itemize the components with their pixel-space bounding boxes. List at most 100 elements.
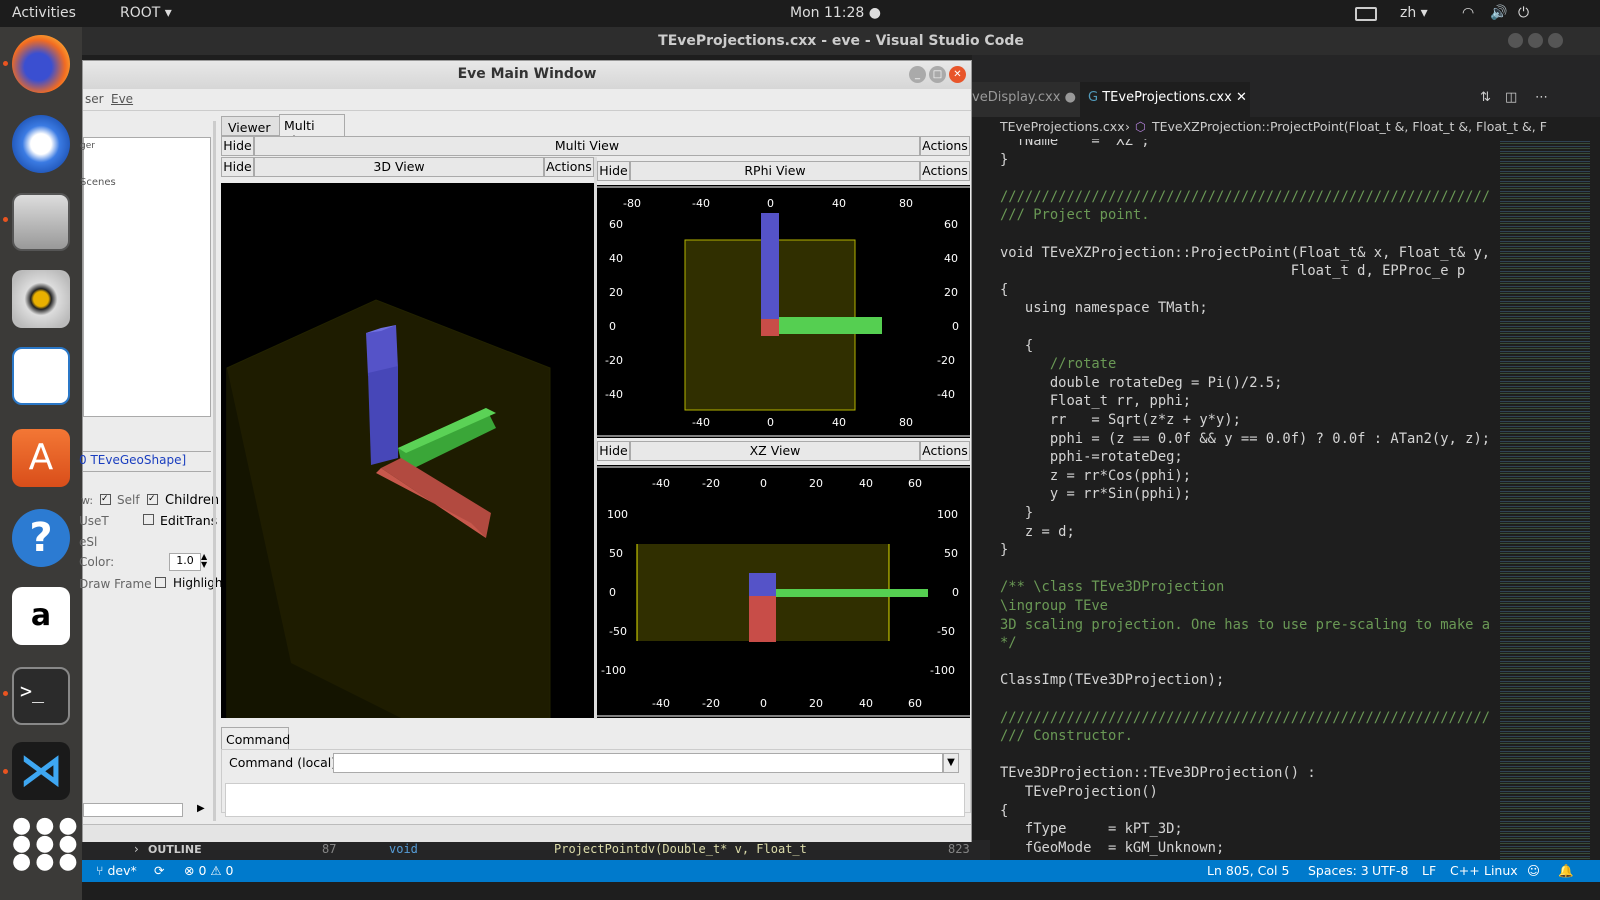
code-line[interactable]: pphi-=rotateDeg; [1000, 449, 1183, 468]
rphi-hide-button[interactable]: Hide [597, 161, 630, 181]
code-line[interactable]: fName = "XZ"; [1000, 139, 1150, 152]
outline-label[interactable]: OUTLINE [148, 843, 202, 856]
show-apps-icon[interactable]: ●●● ●●● ●●● [12, 815, 78, 875]
split-editor-icon[interactable]: ◫ [1505, 90, 1517, 105]
cursor-position[interactable]: Ln 805, Col 5 [1207, 863, 1289, 878]
scroll-right-icon[interactable]: ▶ [197, 803, 205, 814]
wifi-icon[interactable]: ◠ [1462, 5, 1474, 21]
code-line[interactable]: pphi = (z == 0.0f && y == 0.0f) ? 0.0f :… [1000, 431, 1490, 450]
activities-button[interactable]: Activities [12, 5, 76, 21]
tab-teveprojections[interactable]: G TEveProjections.cxx ✕ [1080, 82, 1250, 117]
code-line[interactable]: ////////////////////////////////////////… [1000, 710, 1490, 729]
xz-hide-button[interactable]: Hide [597, 441, 630, 461]
power-icon[interactable]: ⏻ [1518, 5, 1529, 21]
xz-viewer[interactable]: -40 -20 0 20 40 60 -40 -20 0 20 40 60 10… [597, 465, 970, 718]
tab-command[interactable]: Command [221, 727, 290, 749]
code-line[interactable]: using namespace TMath; [1000, 300, 1208, 319]
language-mode[interactable]: C++ [1450, 863, 1480, 878]
close-tab-icon[interactable]: ✕ [1236, 90, 1247, 105]
minimize-icon[interactable]: _ [909, 66, 926, 83]
command-input[interactable] [333, 753, 943, 773]
code-line[interactable]: //rotate [1000, 356, 1116, 375]
command-output[interactable] [225, 783, 965, 817]
eol[interactable]: LF [1422, 863, 1436, 878]
code-line[interactable]: void TEveXZProjection::ProjectPoint(Floa… [1000, 245, 1490, 264]
feedback-icon[interactable]: ☺ [1527, 863, 1540, 878]
tree-item[interactable]: Scenes [80, 177, 116, 188]
code-line[interactable]: Float_t rr, pphi; [1000, 393, 1191, 412]
thunderbird-icon[interactable] [12, 115, 70, 173]
menu-eve[interactable]: Eve [111, 92, 133, 106]
multiview-hide-button[interactable]: Hide [221, 136, 254, 156]
code-line[interactable]: ////////////////////////////////////////… [1000, 189, 1490, 208]
3dview-actions-button[interactable]: Actions [544, 157, 594, 177]
alpha-input[interactable]: 1.0 [169, 553, 201, 571]
breadcrumb-file[interactable]: TEveProjections.cxx [1000, 119, 1125, 134]
tree-item[interactable]: ger [80, 141, 95, 151]
code-line[interactable]: z = d; [1000, 524, 1075, 543]
code-line[interactable]: fType = kPT_3D; [1000, 821, 1183, 840]
code-editor[interactable]: fName = "XZ";} //////////////////////////… [990, 139, 1490, 859]
stepper-icon[interactable]: ▲ ▼ [201, 553, 207, 569]
highlight-frame-checkbox[interactable] [155, 577, 166, 588]
code-line[interactable]: y = rr*Sin(pphi); [1000, 486, 1191, 505]
volume-icon[interactable]: 🔊 [1490, 5, 1507, 21]
xz-actions-button[interactable]: Actions [920, 441, 970, 461]
help-icon[interactable]: ? [12, 509, 70, 567]
tab-multiview[interactable]: Multi View [279, 114, 345, 148]
keyboard-icon[interactable] [1355, 7, 1377, 21]
xz-scene[interactable] [597, 465, 970, 718]
code-line[interactable]: { [1000, 338, 1033, 357]
rphi-actions-button[interactable]: Actions [920, 161, 970, 181]
chevron-down-icon[interactable]: ▼ [943, 753, 959, 773]
multiview-actions-button[interactable]: Actions [920, 136, 970, 156]
splitter[interactable] [213, 121, 216, 821]
code-line[interactable]: */ [1000, 635, 1017, 654]
files-icon[interactable] [12, 193, 70, 251]
code-line[interactable]: } [1000, 542, 1008, 561]
more-actions-icon[interactable]: ⋯ [1535, 90, 1548, 105]
code-line[interactable]: double rotateDeg = Pi()/2.5; [1000, 375, 1283, 394]
platform[interactable]: Linux [1484, 863, 1518, 878]
language-indicator[interactable]: zh ▾ [1400, 5, 1428, 21]
breadcrumb-symbol[interactable]: TEveXZProjection::ProjectPoint(Float_t &… [1152, 119, 1547, 134]
3dview-hide-button[interactable]: Hide [221, 157, 254, 177]
rhythmbox-icon[interactable] [12, 270, 70, 328]
indentation[interactable]: Spaces: 3 [1308, 863, 1369, 878]
code-line[interactable]: 3D scaling projection. One has to use pr… [1000, 617, 1490, 636]
close-icon[interactable]: ✕ [949, 66, 966, 83]
close-icon[interactable] [1548, 33, 1563, 48]
children-checkbox[interactable]: ✓ [147, 494, 158, 505]
rphi-scene[interactable] [597, 185, 970, 438]
rphi-viewer[interactable]: -80 -40 0 40 80 -40 0 40 80 60 40 20 0 -… [597, 185, 970, 438]
chevron-right-icon[interactable]: › [134, 842, 139, 856]
edittrans-checkbox[interactable] [143, 514, 154, 525]
minimap[interactable] [1492, 139, 1600, 859]
code-line[interactable]: TEve3DProjection::TEve3DProjection() : [1000, 765, 1316, 784]
code-line[interactable]: /// Constructor. [1000, 728, 1133, 747]
amazon-icon[interactable]: a [12, 587, 70, 645]
horizontal-scrollbar[interactable] [83, 803, 183, 817]
code-line[interactable]: ClassImp(TEve3DProjection); [1000, 672, 1224, 691]
code-line[interactable]: } [1000, 505, 1033, 524]
list-tree[interactable]: ger Scenes [80, 137, 211, 417]
code-line[interactable]: /// Project point. [1000, 207, 1150, 226]
encoding[interactable]: UTF-8 [1372, 863, 1408, 878]
maximize-icon[interactable]: □ [929, 66, 946, 83]
code-line[interactable]: { [1000, 803, 1008, 822]
code-line[interactable]: { [1000, 282, 1008, 301]
self-checkbox[interactable]: ✓ [100, 494, 111, 505]
code-line[interactable]: z = rr*Cos(pphi); [1000, 468, 1191, 487]
3d-viewer[interactable] [221, 183, 594, 718]
3d-scene[interactable] [221, 183, 594, 718]
code-line[interactable]: fGeoMode = kGM_Unknown; [1000, 840, 1224, 859]
source-control-icon[interactable]: ⇅ [1480, 90, 1491, 105]
libreoffice-impress-icon[interactable] [12, 347, 70, 405]
bell-icon[interactable]: 🔔 [1558, 863, 1574, 879]
firefox-icon[interactable] [12, 35, 70, 93]
sync-icon[interactable]: ⟳ [154, 863, 164, 878]
terminal-icon[interactable]: >_ [12, 667, 70, 725]
software-center-icon[interactable]: A [12, 429, 70, 487]
vscode-icon[interactable]: ⋊ [12, 742, 70, 800]
minimize-icon[interactable] [1508, 33, 1523, 48]
